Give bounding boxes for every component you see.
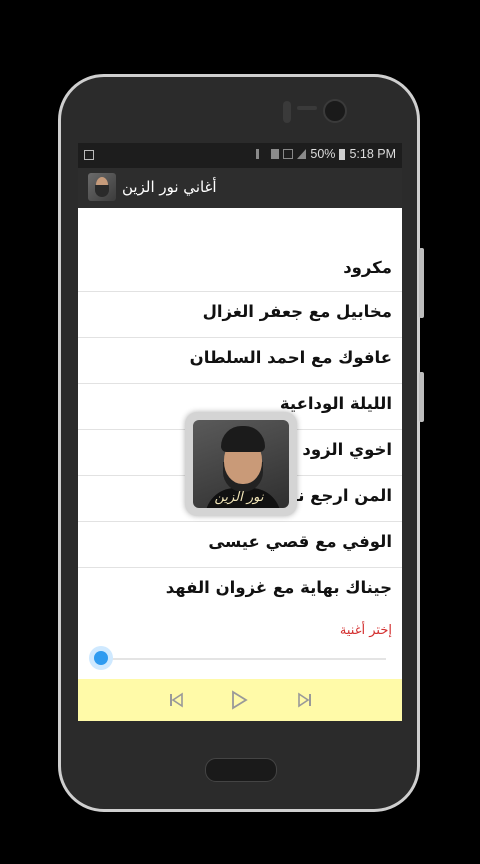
- play-icon[interactable]: [227, 689, 251, 711]
- sim-icon: [271, 149, 280, 159]
- earpiece-speaker: [297, 106, 317, 110]
- list-item[interactable]: عافوك مع احمد السلطان: [78, 338, 402, 384]
- clock: 5:18 PM: [349, 147, 396, 161]
- list-item[interactable]: جيناك بهاية مع غزوان الفهد: [78, 568, 402, 614]
- previous-icon[interactable]: [164, 689, 188, 711]
- front-camera: [323, 99, 347, 123]
- song-title: الليلة الوداعية: [279, 394, 392, 413]
- battery-icon: [339, 148, 346, 160]
- list-item[interactable]: الوفي مع قصي عيسى: [78, 522, 402, 568]
- power-button: [419, 372, 424, 422]
- app-bar: أغاني نور الزين: [78, 168, 402, 208]
- seek-track[interactable]: [100, 658, 386, 660]
- no-sim-icon: [283, 149, 294, 159]
- song-title: اخوي الزود: [302, 440, 392, 459]
- app-logo-icon: [88, 173, 116, 201]
- status-bar: 50% 5:18 PM: [78, 143, 402, 168]
- seek-thumb[interactable]: [89, 646, 113, 670]
- album-art-caption: نور الزين: [214, 490, 264, 505]
- app-title: أغاني نور الزين: [122, 178, 217, 196]
- list-item[interactable]: مكرود: [78, 248, 402, 292]
- player-controls: [78, 679, 402, 721]
- song-title: مخابيل مع جعفر الغزال: [202, 302, 392, 321]
- album-art: نور الزين: [185, 412, 297, 516]
- wifi-icon: [256, 149, 267, 159]
- signal-icon: [297, 149, 307, 159]
- home-button[interactable]: [205, 758, 277, 782]
- volume-button: [419, 248, 424, 318]
- choose-song-label: إختر أغنية: [339, 623, 392, 638]
- song-title: عافوك مع احمد السلطان: [189, 348, 392, 367]
- song-title: مكرود: [343, 258, 392, 277]
- song-title: الوفي مع قصي عيسى: [208, 532, 392, 551]
- song-title: جيناك بهاية مع غزوان الفهد: [165, 578, 392, 597]
- sensor: [283, 101, 291, 123]
- battery-level: 50%: [310, 147, 336, 161]
- notification-icon: [84, 150, 94, 160]
- list-item[interactable]: مخابيل مع جعفر الغزال: [78, 292, 402, 338]
- next-icon[interactable]: [293, 689, 317, 711]
